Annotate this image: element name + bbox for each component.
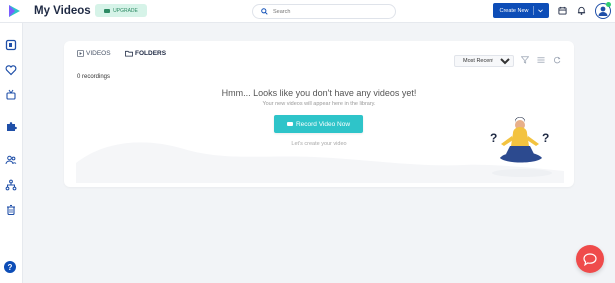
- user-avatar[interactable]: [595, 2, 611, 19]
- filter-icon[interactable]: [521, 56, 529, 64]
- puzzle-icon[interactable]: [5, 121, 17, 133]
- empty-state-subtitle: Your new videos will appear here in the …: [262, 101, 376, 107]
- search-box[interactable]: [252, 4, 396, 19]
- users-icon[interactable]: [5, 154, 17, 166]
- tab-folders-label: FOLDERS: [135, 50, 167, 57]
- calendar-icon[interactable]: [558, 6, 567, 15]
- tab-videos-label: VIDEOS: [86, 50, 111, 57]
- search-input[interactable]: [273, 7, 383, 16]
- list-view-icon[interactable]: [537, 56, 545, 64]
- status-badge: [606, 2, 611, 7]
- camera-icon: [104, 8, 111, 13]
- video-tab-icon: [77, 50, 84, 57]
- chat-bubble-icon: [583, 252, 597, 266]
- refresh-icon[interactable]: [553, 56, 561, 64]
- bell-icon[interactable]: [577, 6, 586, 15]
- empty-state-title: Hmm... Looks like you don't have any vid…: [221, 88, 417, 98]
- folder-icon: [125, 50, 133, 57]
- sidebar-videos-icon[interactable]: [5, 39, 17, 51]
- video-camera-icon: [286, 122, 293, 126]
- trash-icon[interactable]: [5, 204, 17, 216]
- svg-text:?: ?: [542, 131, 549, 145]
- upgrade-button[interactable]: UPGRADE: [95, 4, 147, 17]
- upgrade-label: UPGRADE: [113, 7, 138, 14]
- top-bar: My Videos UPGRADE Create New: [0, 0, 615, 23]
- help-label: ?: [7, 262, 13, 272]
- confused-person-illustration: ? ?: [490, 117, 552, 177]
- help-button[interactable]: ?: [4, 261, 16, 273]
- live-broadcast-icon[interactable]: [5, 89, 17, 101]
- tab-videos[interactable]: VIDEOS: [77, 50, 111, 57]
- sidebar: ?: [0, 23, 23, 283]
- app-logo-icon[interactable]: [6, 3, 22, 19]
- record-video-button[interactable]: Record Video Now: [274, 115, 363, 133]
- chevron-down-icon[interactable]: [537, 8, 543, 13]
- page-title: My Videos: [34, 5, 91, 17]
- record-video-label: Record Video Now: [295, 120, 351, 128]
- search-icon: [261, 8, 268, 15]
- videos-panel: VIDEOS FOLDERS Most Recent 0 recordings …: [64, 41, 574, 187]
- hierarchy-icon[interactable]: [5, 179, 17, 191]
- tab-folders[interactable]: FOLDERS: [125, 50, 166, 57]
- chat-support-button[interactable]: [576, 245, 604, 273]
- recordings-count: 0 recordings: [77, 74, 111, 80]
- button-divider: [532, 6, 534, 15]
- create-new-button[interactable]: Create New: [493, 3, 549, 18]
- create-new-label: Create New: [499, 7, 529, 14]
- svg-text:?: ?: [490, 131, 497, 145]
- heart-icon[interactable]: [5, 64, 17, 76]
- sort-select[interactable]: Most Recent: [454, 55, 514, 67]
